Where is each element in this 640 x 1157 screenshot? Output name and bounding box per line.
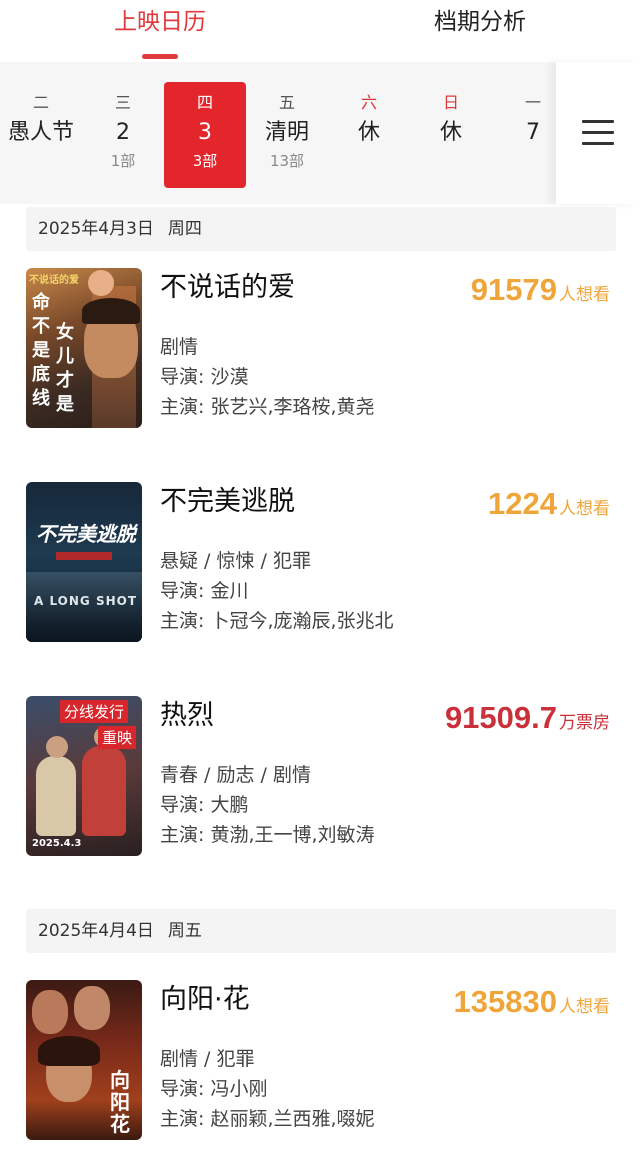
day-count	[328, 150, 410, 172]
metric-unit: 人想看	[559, 499, 610, 519]
section-date: 2025年4月3日	[38, 219, 154, 239]
day-weekday: 二	[32, 93, 49, 112]
poster-text: 底	[32, 364, 50, 385]
tab-release-calendar[interactable]: 上映日历	[0, 0, 320, 60]
day-date: 2	[116, 120, 130, 145]
movie-title[interactable]: 不说话的爱	[160, 270, 295, 306]
movie-card[interactable]: 向 阳 花 向阳·花 135830 人想看 剧情 / 犯罪 导演: 冯小刚 主演:…	[26, 980, 616, 1142]
day-date: 休	[439, 120, 462, 145]
metric-unit: 人想看	[559, 997, 610, 1017]
day-date: 休	[357, 120, 380, 145]
metric-value: 1224	[488, 486, 557, 521]
day-friday[interactable]: 五 清明 13部	[246, 82, 328, 188]
day-weekday: 日	[442, 93, 459, 112]
movie-director: 导演: 沙漠	[160, 366, 249, 388]
movie-cast: 主演: 赵丽颖,兰西雅,啜妮	[160, 1108, 375, 1130]
metric-unit: 人想看	[559, 285, 610, 305]
poster-text: 才	[56, 370, 74, 391]
poster-title-text: 不说话的爱	[29, 275, 79, 286]
day-saturday[interactable]: 六 休	[328, 82, 410, 188]
poster-title-text: 不完美逃脱	[36, 522, 136, 546]
tab-release-calendar-label: 上映日历	[114, 9, 206, 35]
poster-text: 线	[32, 388, 50, 409]
movie-card[interactable]: 不说话的爱 命 不 是 底 线 女 儿 才 是 不说话的爱 91579 人想看 剧…	[26, 268, 616, 430]
day-weekday: 三	[114, 93, 131, 112]
movie-poster[interactable]: 向 阳 花	[26, 980, 142, 1140]
movie-poster[interactable]: 分线发行 重映 2025.4.3	[26, 696, 142, 856]
section-date: 2025年4月4日	[38, 921, 154, 941]
movie-title[interactable]: 不完美逃脱	[160, 484, 295, 520]
day-count: 1部	[110, 152, 136, 170]
movie-cast: 主演: 张艺兴,李珞桉,黄尧	[160, 396, 375, 418]
poster-text: 女	[56, 322, 74, 343]
poster-text: 是	[32, 340, 50, 361]
poster-text: 命	[32, 292, 50, 313]
day-sunday[interactable]: 日 休	[410, 82, 492, 188]
metric-value: 91509.7	[444, 700, 557, 735]
day-count	[0, 150, 82, 172]
day-count: 3部	[192, 152, 218, 170]
day-wednesday[interactable]: 三 2 1部	[82, 82, 164, 188]
box-office-total: 91509.7 万票房	[445, 700, 610, 741]
movie-genres: 悬疑 / 惊悚 / 犯罪	[160, 550, 311, 572]
movie-genres: 剧情	[160, 336, 199, 358]
tab-schedule-analysis[interactable]: 档期分析	[320, 0, 640, 60]
menu-button[interactable]	[556, 62, 640, 204]
day-date: 3	[198, 120, 212, 145]
tab-schedule-analysis-label: 档期分析	[434, 9, 526, 35]
section-date-header: 2025年4月3日 周四	[26, 207, 616, 251]
day-weekday: 五	[278, 93, 295, 112]
movie-title[interactable]: 热烈	[160, 698, 214, 734]
movie-card[interactable]: 分线发行 重映 2025.4.3 热烈 91509.7 万票房 青春 / 励志 /…	[26, 696, 616, 858]
movie-poster[interactable]: 不完美逃脱 A LONG SHOT	[26, 482, 142, 642]
movie-card[interactable]: 不完美逃脱 A LONG SHOT 不完美逃脱 1224 人想看 悬疑 / 惊悚 …	[26, 482, 616, 644]
distribution-badge: 分线发行	[60, 700, 129, 723]
movie-cast: 主演: 黄渤,王一博,刘敏涛	[160, 824, 375, 846]
section-weekday: 周四	[167, 219, 202, 239]
movie-director: 导演: 冯小刚	[160, 1078, 268, 1100]
want-to-see-count: 135830 人想看	[454, 984, 610, 1025]
date-strip: 二 愚人节 三 2 1部 四 3 3部 五 清明 13部 六 休 日 休 一 7	[0, 62, 640, 204]
day-date: 清明	[264, 120, 309, 145]
movie-poster[interactable]: 不说话的爱 命 不 是 底 线 女 儿 才 是	[26, 268, 142, 428]
top-tab-bar: 上映日历 档期分析	[0, 0, 640, 60]
day-thursday-selected[interactable]: 四 3 3部	[164, 82, 246, 188]
metric-value: 91579	[470, 272, 557, 307]
day-count	[410, 150, 492, 172]
day-count: 13部	[269, 152, 305, 170]
menu-icon	[582, 120, 614, 146]
day-date: 愚人节	[7, 120, 74, 145]
day-weekday: 六	[360, 93, 377, 112]
poster-text: 是	[56, 394, 74, 415]
day-tuesday[interactable]: 二 愚人节	[0, 82, 82, 188]
poster-text: 儿	[56, 346, 74, 367]
want-to-see-count: 1224 人想看	[488, 486, 610, 527]
poster-text: 花	[110, 1112, 130, 1136]
section-date-header: 2025年4月4日 周五	[26, 909, 616, 953]
movie-genres: 青春 / 励志 / 剧情	[160, 764, 311, 786]
poster-english-title: A LONG SHOT	[34, 594, 138, 608]
movie-director: 导演: 金川	[160, 580, 249, 602]
poster-date-text: 2025.4.3	[32, 838, 82, 849]
movie-genres: 剧情 / 犯罪	[160, 1048, 255, 1070]
active-tab-indicator	[142, 54, 178, 59]
movie-cast: 主演: 卜冠今,庞瀚辰,张兆北	[160, 610, 394, 632]
rerelease-badge: 重映	[98, 726, 137, 749]
movie-director: 导演: 大鹏	[160, 794, 249, 816]
section-weekday: 周五	[167, 921, 202, 941]
metric-unit: 万票房	[559, 713, 610, 733]
day-weekday: 四	[196, 93, 213, 112]
movie-title[interactable]: 向阳·花	[160, 982, 250, 1018]
poster-text: 不	[32, 316, 50, 337]
want-to-see-count: 91579 人想看	[471, 272, 610, 313]
metric-value: 135830	[453, 984, 557, 1019]
